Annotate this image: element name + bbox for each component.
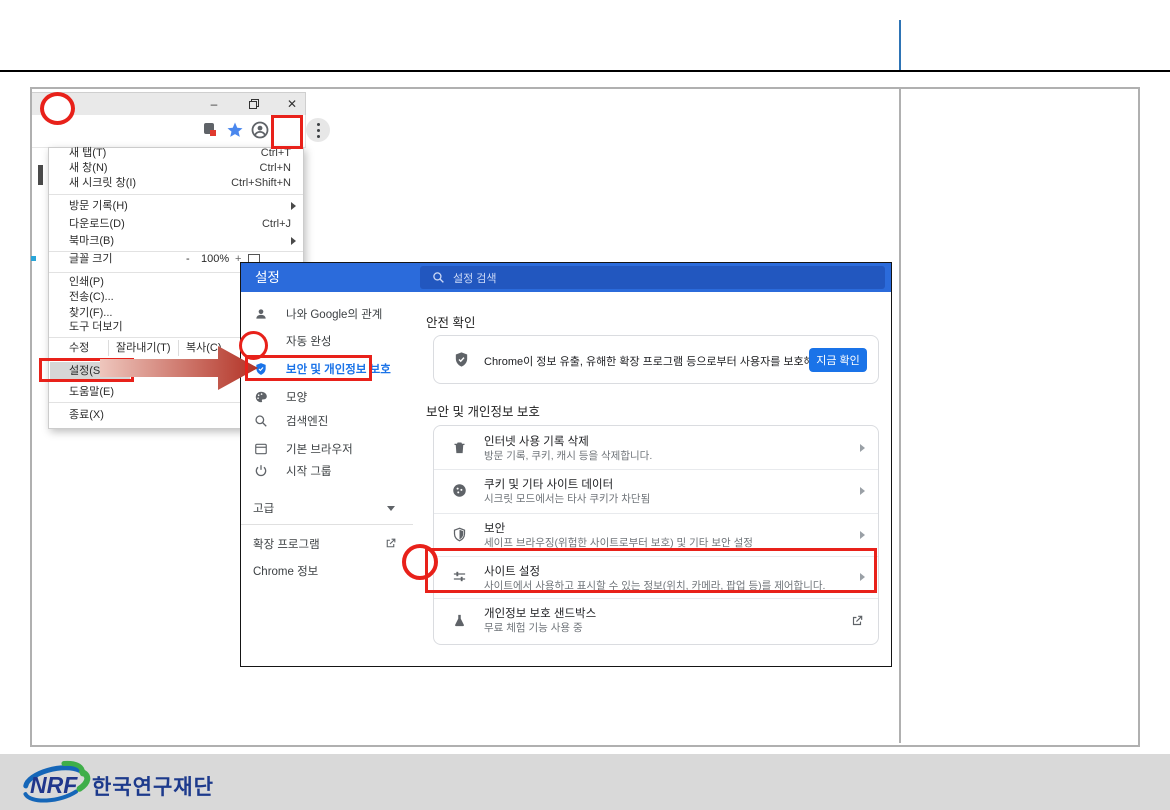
submenu-arrow-icon xyxy=(291,202,296,210)
row-privacy-sandbox[interactable]: 개인정보 보호 샌드박스 무료 체험 기능 사용 중 xyxy=(434,598,878,644)
menu-item-incognito[interactable]: 새 시크릿 창(I) Ctrl+Shift+N xyxy=(49,175,303,191)
chrome-toolbar xyxy=(32,115,306,148)
footer-org-name: 한국연구재단 xyxy=(92,771,214,801)
external-link-icon xyxy=(384,537,397,555)
flag-badge-icon[interactable] xyxy=(201,121,219,139)
chevron-right-icon xyxy=(860,444,865,452)
footer-bar: NRF 한국연구재단 xyxy=(0,754,1170,810)
flask-icon xyxy=(452,613,468,629)
slide: – ✕ xyxy=(0,0,1170,810)
sidebar-item-on-startup[interactable]: 시작 그룹 xyxy=(241,460,421,482)
sidebar-item-extensions[interactable]: 확장 프로그램 xyxy=(241,533,421,555)
annotation-box-kebab-menu xyxy=(271,115,303,149)
annotation-circle-window xyxy=(40,92,75,125)
menu-item-downloads[interactable]: 다운로드(D) Ctrl+J xyxy=(49,216,303,232)
person-icon xyxy=(254,307,268,321)
row-cookies[interactable]: 쿠키 및 기타 사이트 데이터 시크릿 모드에서는 타사 쿠키가 차단됨 xyxy=(434,469,878,513)
sidebar-item-autofill[interactable]: 자동 완성 xyxy=(241,330,421,352)
minimize-button[interactable]: – xyxy=(206,96,222,112)
bookmark-star-icon[interactable] xyxy=(226,121,244,139)
kebab-menu-icon[interactable] xyxy=(306,118,330,142)
menu-item-new-window[interactable]: 새 창(N) Ctrl+N xyxy=(49,160,303,176)
nrf-logo: NRF xyxy=(16,758,92,808)
check-now-button[interactable]: 지금 확인 xyxy=(809,348,867,372)
sidebar-item-appearance[interactable]: 모양 xyxy=(241,386,421,408)
header-rule xyxy=(0,70,1170,72)
close-button[interactable]: ✕ xyxy=(284,96,300,112)
avatar-icon[interactable] xyxy=(251,121,269,139)
menu-item-history[interactable]: 방문 기록(H) xyxy=(49,198,303,214)
cursor-tick xyxy=(38,165,43,185)
sidebar-item-about-chrome[interactable]: Chrome 정보 xyxy=(241,560,421,582)
trash-icon xyxy=(452,440,468,456)
shield-check-icon xyxy=(453,351,470,373)
cookie-icon xyxy=(452,483,468,499)
shield-outline-icon xyxy=(452,527,468,543)
settings-title: 설정 xyxy=(255,263,280,292)
search-icon xyxy=(254,414,268,428)
power-icon xyxy=(254,464,268,478)
annotation-box-site-settings xyxy=(425,548,877,593)
safety-check-message: Chrome이 정보 유출, 유해한 확장 프로그램 등으로부터 사용자를 보호… xyxy=(484,353,850,369)
sidebar-item-default-browser[interactable]: 기본 브라우저 xyxy=(241,438,421,460)
chevron-right-icon xyxy=(860,531,865,539)
zoom-out-button[interactable]: - xyxy=(186,251,190,267)
chevron-down-icon xyxy=(387,506,395,511)
sidebar-item-search-engine[interactable]: 검색엔진 xyxy=(241,410,421,432)
browser-icon xyxy=(254,442,268,456)
content-divider-vline xyxy=(899,89,901,743)
settings-search-input[interactable]: 설정 검색 xyxy=(420,266,885,289)
search-icon xyxy=(432,271,445,284)
annotation-arrow xyxy=(100,346,258,390)
header-divider-vline xyxy=(899,20,901,70)
menu-item-bookmarks[interactable]: 북마크(B) xyxy=(49,233,303,249)
menu-separator xyxy=(49,194,303,195)
bullet-dot xyxy=(31,256,36,261)
sidebar-divider xyxy=(241,524,413,525)
safety-check-heading: 안전 확인 xyxy=(426,312,475,331)
privacy-heading: 보안 및 개인정보 보호 xyxy=(426,401,540,420)
menu-item-new-tab[interactable]: 새 탭(T) Ctrl+T xyxy=(49,145,303,161)
annotation-box-privacy-sidebar xyxy=(245,355,372,381)
sidebar-item-advanced[interactable]: 고급 xyxy=(241,497,421,519)
chevron-right-icon xyxy=(860,487,865,495)
safety-check-card: Chrome이 정보 유출, 유해한 확장 프로그램 등으로부터 사용자를 보호… xyxy=(433,335,879,384)
palette-icon xyxy=(254,390,268,404)
row-clear-browsing-data[interactable]: 인터넷 사용 기록 삭제 방문 기록, 쿠키, 캐시 등을 삭제합니다. xyxy=(434,426,878,469)
submenu-arrow-icon xyxy=(291,237,296,245)
kebab-dots xyxy=(317,129,320,132)
external-link-icon xyxy=(850,614,864,633)
restore-button[interactable] xyxy=(246,96,262,112)
zoom-level: 100% xyxy=(201,251,229,267)
settings-header: 설정 설정 검색 xyxy=(241,263,891,292)
svg-text:NRF: NRF xyxy=(30,772,78,798)
restore-icon xyxy=(249,99,259,109)
privacy-card: 인터넷 사용 기록 삭제 방문 기록, 쿠키, 캐시 등을 삭제합니다. 쿠키 … xyxy=(433,425,879,645)
settings-window: 설정 설정 검색 나와 Google의 관계 자동 완성 xyxy=(240,262,892,667)
sidebar-item-you-and-google[interactable]: 나와 Google의 관계 xyxy=(241,303,421,325)
